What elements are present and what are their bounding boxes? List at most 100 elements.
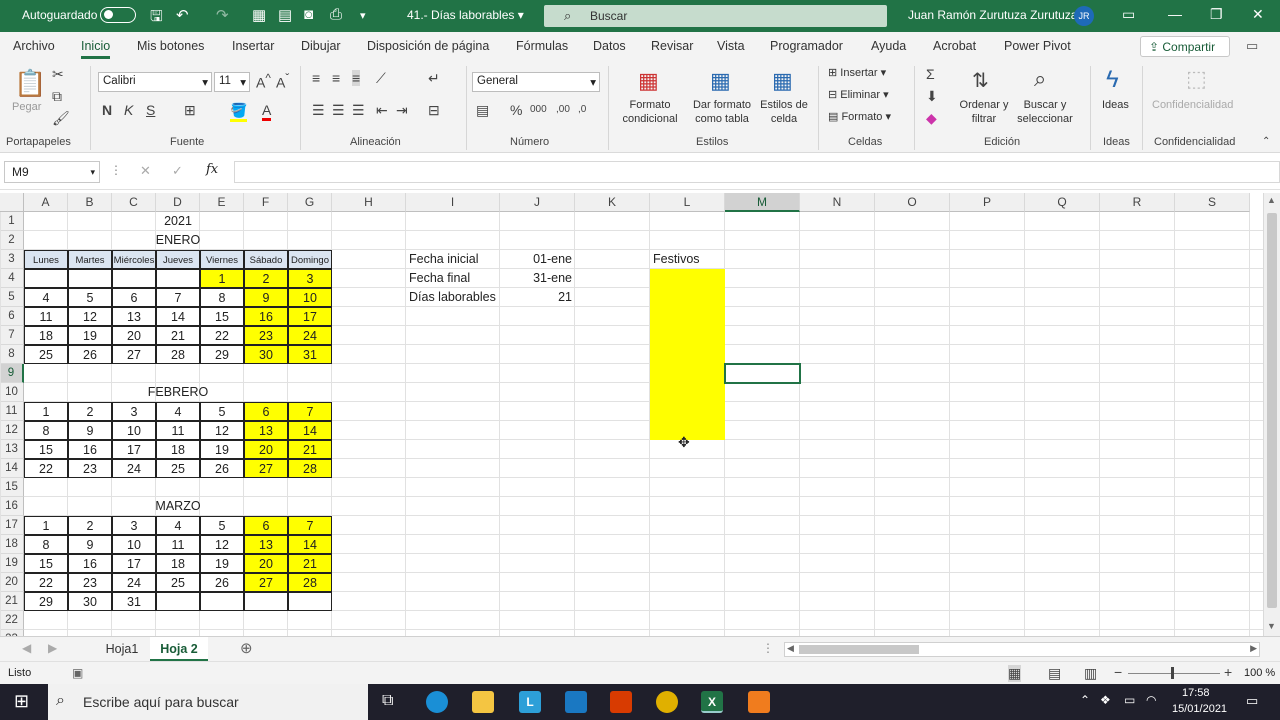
ribbon-display-icon[interactable]: ▭: [1122, 6, 1135, 23]
zoom-level[interactable]: 100 %: [1244, 667, 1275, 679]
calendar-day[interactable]: 27: [244, 459, 288, 478]
calendar-day[interactable]: [200, 592, 244, 611]
calendar-day[interactable]: 5: [200, 402, 244, 421]
row-header-4[interactable]: 4: [0, 269, 24, 288]
borders-icon[interactable]: ⊞: [184, 102, 196, 119]
tab-mis-botones[interactable]: Mis botones: [137, 39, 204, 53]
calendar-day[interactable]: 17: [112, 554, 156, 573]
save-icon[interactable]: 🖫: [150, 6, 163, 31]
calendar-day[interactable]: 21: [288, 440, 332, 459]
task-view-icon[interactable]: ⧉: [382, 692, 393, 710]
align-center-icon[interactable]: ☰: [332, 102, 345, 119]
calendar-day[interactable]: 15: [200, 307, 244, 326]
page-break-icon[interactable]: ▥: [1084, 665, 1097, 682]
name-box[interactable]: M9 ▾: [4, 161, 100, 183]
calendar-day[interactable]: 27: [244, 573, 288, 592]
active-cell[interactable]: [724, 363, 801, 384]
calendar-day[interactable]: [24, 269, 68, 288]
wrap-text-icon[interactable]: ↵: [428, 70, 440, 87]
row-header-21[interactable]: 21: [0, 592, 24, 611]
column-header-o[interactable]: O: [875, 193, 950, 212]
conditional-format-button[interactable]: Formato condicional: [614, 98, 686, 126]
font-color-icon[interactable]: A: [262, 102, 272, 121]
calendar-day[interactable]: 22: [24, 459, 68, 478]
font-size-select[interactable]: 11 ▾: [214, 72, 250, 92]
calendar-day[interactable]: 22: [24, 573, 68, 592]
fill-color-icon[interactable]: 🪣: [230, 102, 248, 122]
cell-styles-button[interactable]: Estilos de celda: [758, 98, 810, 126]
calendar-day[interactable]: 7: [288, 516, 332, 535]
calendar-day[interactable]: 5: [68, 288, 112, 307]
calendar-day[interactable]: 25: [156, 459, 200, 478]
taskbar-search[interactable]: ⌕ Escribe aquí para buscar: [48, 684, 368, 720]
weekday-header[interactable]: Sábado: [244, 250, 288, 269]
calendar-day[interactable]: 29: [200, 345, 244, 364]
calendar-day[interactable]: 31: [288, 345, 332, 364]
merge-center-icon[interactable]: ⊟: [428, 102, 440, 119]
calendar-day[interactable]: [156, 592, 200, 611]
month-title[interactable]: FEBRERO: [112, 383, 244, 402]
autosave-toggle[interactable]: [100, 7, 136, 23]
row-header-3[interactable]: 3: [0, 250, 24, 269]
clock-time[interactable]: 17:58: [1182, 687, 1210, 699]
working-days-label[interactable]: Días laborables: [406, 288, 500, 307]
column-header-p[interactable]: P: [950, 193, 1025, 212]
normal-view-icon[interactable]: ▦: [1008, 665, 1022, 682]
zoom-out-icon[interactable]: −: [1114, 664, 1122, 680]
share-button[interactable]: ⇪ Compartir: [1140, 36, 1230, 57]
add-sheet-icon[interactable]: ⊕: [240, 639, 253, 657]
scroll-left-icon[interactable]: ◀: [787, 643, 794, 654]
holidays-label[interactable]: Festivos: [650, 250, 725, 269]
calendar-day[interactable]: 30: [244, 345, 288, 364]
calendar-day[interactable]: 26: [200, 573, 244, 592]
calendar-day[interactable]: 6: [244, 402, 288, 421]
calendar-day[interactable]: 16: [68, 440, 112, 459]
calendar-day[interactable]: 2: [244, 269, 288, 288]
calendar-day[interactable]: 11: [156, 421, 200, 440]
calendar-day[interactable]: 23: [244, 326, 288, 345]
increase-decimal-icon[interactable]: ,00: [556, 104, 570, 115]
sort-filter-button[interactable]: Ordenar y filtrar: [956, 98, 1012, 126]
macro-record-icon[interactable]: ▣: [72, 666, 83, 680]
scroll-down-icon[interactable]: ▼: [1267, 621, 1276, 631]
row-header-15[interactable]: 15: [0, 478, 24, 497]
calendar-day[interactable]: 9: [68, 421, 112, 440]
align-left-icon[interactable]: ☰: [312, 102, 325, 119]
insert-cells-button[interactable]: ⊞ Insertar ▾: [828, 66, 886, 80]
print-icon[interactable]: ⎙: [330, 6, 342, 23]
calendar-day[interactable]: 21: [156, 326, 200, 345]
calendar-day[interactable]: 3: [112, 516, 156, 535]
calendar-day[interactable]: 14: [156, 307, 200, 326]
document-title[interactable]: 41.- Días laborables ▾: [407, 8, 524, 22]
conditional-format-icon[interactable]: ▦: [638, 68, 659, 94]
column-header-r[interactable]: R: [1100, 193, 1175, 212]
mail-icon[interactable]: [565, 691, 587, 713]
calendar-day[interactable]: 20: [112, 326, 156, 345]
calendar-day[interactable]: 14: [288, 421, 332, 440]
cut-icon[interactable]: ✂: [52, 66, 64, 83]
calendar-day[interactable]: 16: [244, 307, 288, 326]
sort-filter-icon[interactable]: ⇅: [972, 68, 989, 93]
autosum-icon[interactable]: Σ: [926, 66, 935, 82]
calendar-day[interactable]: 12: [68, 307, 112, 326]
column-header-e[interactable]: E: [200, 193, 244, 212]
weekday-header[interactable]: Jueves: [156, 250, 200, 269]
calendar-day[interactable]: 10: [288, 288, 332, 307]
row-header-11[interactable]: 11: [0, 402, 24, 421]
confidentiality-icon[interactable]: ⬚: [1186, 66, 1207, 92]
calendar-day[interactable]: 2: [68, 516, 112, 535]
calendar-day[interactable]: [68, 269, 112, 288]
column-header-a[interactable]: A: [24, 193, 68, 212]
excel-icon[interactable]: X: [701, 691, 723, 713]
bold-icon[interactable]: N: [102, 102, 112, 118]
cell-styles-icon[interactable]: ▦: [772, 68, 793, 94]
calendar-day[interactable]: 13: [244, 421, 288, 440]
column-header-c[interactable]: C: [112, 193, 156, 212]
calendar-day[interactable]: 4: [156, 402, 200, 421]
zoom-slider-thumb[interactable]: [1171, 667, 1174, 679]
align-bottom-icon[interactable]: ≡: [352, 70, 361, 86]
calendar-day[interactable]: 28: [288, 459, 332, 478]
column-header-i[interactable]: I: [406, 193, 500, 212]
form-icon[interactable]: ▦: [252, 6, 266, 24]
tab-acrobat[interactable]: Acrobat: [933, 39, 976, 53]
